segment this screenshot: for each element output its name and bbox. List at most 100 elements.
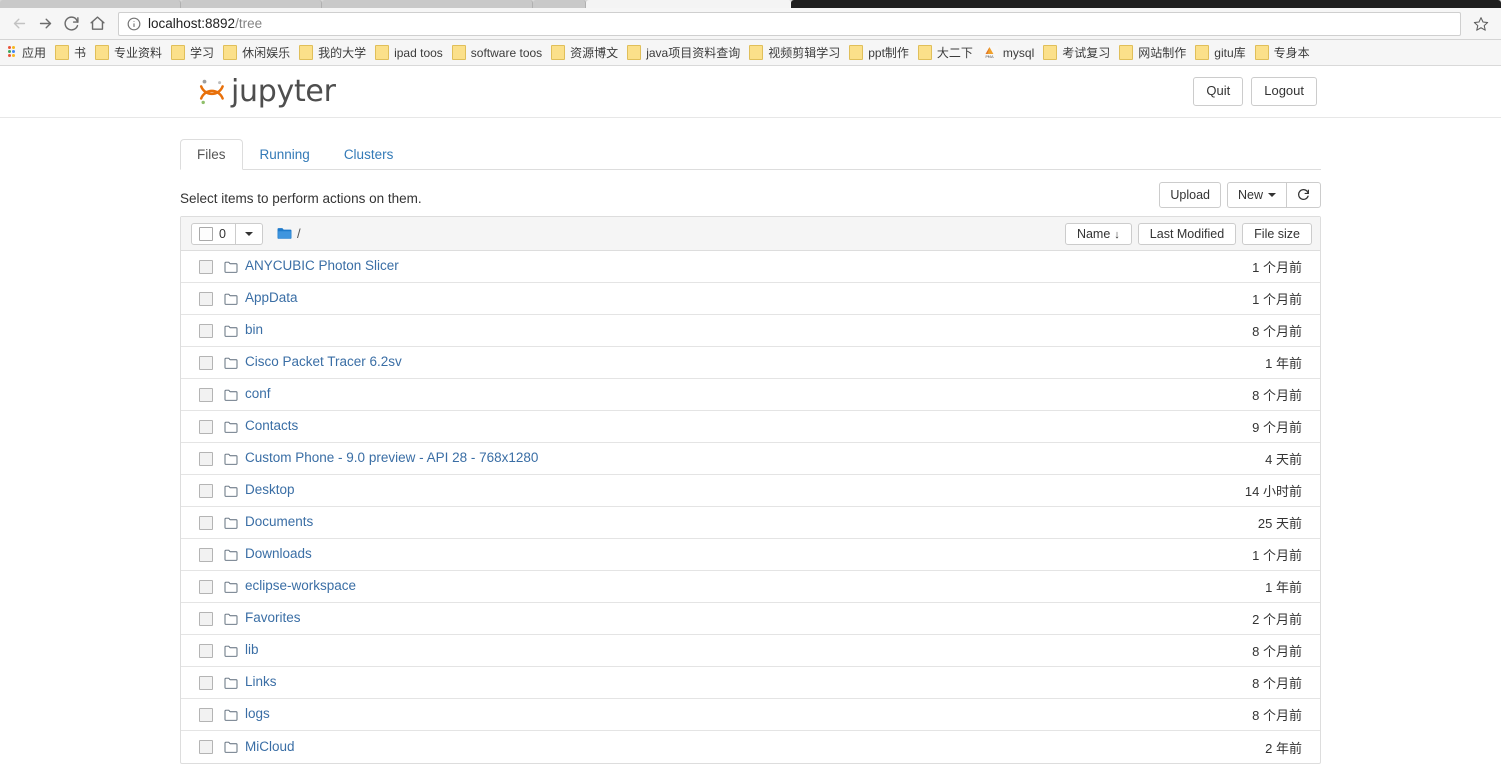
table-row[interactable]: Documents 25 天前 bbox=[181, 507, 1320, 539]
file-name-link[interactable]: Links bbox=[245, 674, 277, 690]
bookmark-item[interactable]: 应用 bbox=[2, 42, 52, 64]
table-row[interactable]: Custom Phone - 9.0 preview - API 28 - 76… bbox=[181, 443, 1320, 475]
row-checkbox[interactable] bbox=[199, 740, 213, 754]
table-row[interactable]: AppData 1 个月前 bbox=[181, 283, 1320, 315]
bookmark-item[interactable]: 网站制作 bbox=[1116, 42, 1192, 64]
browser-tab[interactable] bbox=[0, 0, 181, 8]
file-name-link[interactable]: Desktop bbox=[245, 482, 295, 498]
file-name-link[interactable]: Cisco Packet Tracer 6.2sv bbox=[245, 354, 402, 370]
address-bar[interactable]: localhost:8892/tree bbox=[118, 11, 1461, 36]
row-checkbox[interactable] bbox=[199, 355, 213, 370]
table-row[interactable]: Desktop 14 小时前 bbox=[181, 475, 1320, 507]
file-list-toolbar: 0 / Name ↓ Last Modified File size bbox=[181, 217, 1320, 251]
new-button[interactable]: New bbox=[1226, 181, 1287, 208]
select-all-checkbox[interactable]: 0 bbox=[191, 222, 236, 245]
file-modified-time: 8 个月前 bbox=[1252, 708, 1302, 723]
table-row[interactable]: Links 8 个月前 bbox=[181, 667, 1320, 699]
back-icon[interactable] bbox=[6, 11, 32, 37]
browser-tab-strip[interactable] bbox=[0, 0, 1501, 8]
file-name-link[interactable]: Downloads bbox=[245, 546, 312, 562]
row-checkbox[interactable] bbox=[199, 707, 213, 722]
bookmark-item[interactable]: 书 bbox=[52, 42, 92, 64]
bookmark-item[interactable]: software toos bbox=[449, 42, 548, 64]
file-name-link[interactable]: Custom Phone - 9.0 preview - API 28 - 76… bbox=[245, 450, 538, 466]
row-checkbox[interactable] bbox=[199, 291, 213, 306]
file-name-link[interactable]: logs bbox=[245, 706, 270, 722]
select-dropdown-button[interactable] bbox=[235, 222, 263, 245]
bookmark-item[interactable]: 大二下 bbox=[915, 42, 979, 64]
bookmark-item[interactable]: ppt制作 bbox=[846, 42, 915, 64]
table-row[interactable]: Favorites 2 个月前 bbox=[181, 603, 1320, 635]
bookmark-item[interactable]: gitu库 bbox=[1192, 42, 1251, 64]
home-icon[interactable] bbox=[84, 11, 110, 37]
folder-icon bbox=[277, 227, 292, 240]
table-row[interactable]: Contacts 9 个月前 bbox=[181, 411, 1320, 443]
table-row[interactable]: conf 8 个月前 bbox=[181, 379, 1320, 411]
bookmark-item[interactable]: 休闲娱乐 bbox=[220, 42, 296, 64]
row-checkbox[interactable] bbox=[199, 547, 213, 562]
breadcrumb-path[interactable]: / bbox=[297, 226, 301, 241]
row-checkbox[interactable] bbox=[199, 579, 213, 594]
table-row[interactable]: logs 8 个月前 bbox=[181, 699, 1320, 731]
jupyter-logo[interactable]: jupyter bbox=[198, 73, 336, 109]
sort-by-size-button[interactable]: File size bbox=[1242, 222, 1312, 245]
row-checkbox[interactable] bbox=[199, 515, 213, 530]
bookmark-label: java项目资料查询 bbox=[646, 46, 741, 60]
table-row[interactable]: lib 8 个月前 bbox=[181, 635, 1320, 667]
file-name-link[interactable]: Favorites bbox=[245, 610, 301, 626]
file-name-link[interactable]: Documents bbox=[245, 514, 313, 530]
file-name-link[interactable]: conf bbox=[245, 386, 271, 402]
file-name-link[interactable]: MiCloud bbox=[245, 739, 295, 755]
logout-button[interactable]: Logout bbox=[1251, 77, 1317, 106]
row-checkbox[interactable] bbox=[199, 643, 213, 658]
forward-icon[interactable] bbox=[32, 11, 58, 37]
file-name-link[interactable]: lib bbox=[245, 642, 259, 658]
row-checkbox[interactable] bbox=[199, 483, 213, 498]
bookmark-item[interactable]: 学习 bbox=[168, 42, 220, 64]
file-name-link[interactable]: bin bbox=[245, 322, 263, 338]
bookmark-item[interactable]: 考试复习 bbox=[1040, 42, 1116, 64]
bookmark-item[interactable]: 我的大学 bbox=[296, 42, 372, 64]
file-name-link[interactable]: ANYCUBIC Photon Slicer bbox=[245, 258, 399, 274]
reload-icon[interactable] bbox=[58, 11, 84, 37]
row-checkbox[interactable] bbox=[199, 675, 213, 690]
upload-button[interactable]: Upload bbox=[1159, 181, 1221, 208]
sort-by-modified-button[interactable]: Last Modified bbox=[1137, 222, 1237, 245]
bookmark-item[interactable]: 专身本 bbox=[1252, 42, 1316, 64]
browser-tab[interactable] bbox=[533, 0, 586, 8]
table-row[interactable]: bin 8 个月前 bbox=[181, 315, 1320, 347]
tab-running[interactable]: Running bbox=[243, 139, 327, 170]
tab-files[interactable]: Files bbox=[180, 139, 243, 170]
table-row[interactable]: Downloads 1 个月前 bbox=[181, 539, 1320, 571]
browser-tab-active[interactable] bbox=[586, 0, 792, 8]
row-checkbox[interactable] bbox=[199, 259, 213, 274]
folder-icon bbox=[1043, 45, 1058, 60]
browser-tab[interactable] bbox=[322, 0, 533, 8]
row-checkbox[interactable] bbox=[199, 451, 213, 466]
file-name-link[interactable]: eclipse-workspace bbox=[245, 578, 356, 594]
row-checkbox[interactable] bbox=[199, 611, 213, 626]
table-row[interactable]: eclipse-workspace 1 年前 bbox=[181, 571, 1320, 603]
jupyter-logo-text: jupyter bbox=[231, 73, 336, 109]
bookmark-item[interactable]: ipad toos bbox=[372, 42, 449, 64]
table-row[interactable]: MiCloud 2 年前 bbox=[181, 731, 1320, 763]
bookmark-item[interactable]: 资源博文 bbox=[548, 42, 624, 64]
sort-by-name-button[interactable]: Name ↓ bbox=[1064, 222, 1132, 245]
bookmark-item[interactable]: PMA mysql bbox=[979, 42, 1040, 64]
row-checkbox[interactable] bbox=[199, 387, 213, 402]
site-info-icon[interactable] bbox=[127, 17, 141, 31]
tab-clusters[interactable]: Clusters bbox=[327, 139, 411, 170]
row-checkbox[interactable] bbox=[199, 323, 213, 338]
table-row[interactable]: Cisco Packet Tracer 6.2sv 1 年前 bbox=[181, 347, 1320, 379]
quit-button[interactable]: Quit bbox=[1193, 77, 1244, 106]
refresh-button[interactable] bbox=[1286, 181, 1321, 208]
bookmark-item[interactable]: 视频剪辑学习 bbox=[746, 42, 846, 64]
browser-tab[interactable] bbox=[181, 0, 322, 8]
file-name-link[interactable]: Contacts bbox=[245, 418, 298, 434]
bookmark-item[interactable]: 专业资料 bbox=[92, 42, 168, 64]
bookmark-item[interactable]: java项目资料查询 bbox=[624, 42, 746, 64]
row-checkbox[interactable] bbox=[199, 419, 213, 434]
table-row[interactable]: ANYCUBIC Photon Slicer 1 个月前 bbox=[181, 251, 1320, 283]
bookmark-star-icon[interactable] bbox=[1467, 11, 1495, 37]
file-name-link[interactable]: AppData bbox=[245, 290, 298, 306]
